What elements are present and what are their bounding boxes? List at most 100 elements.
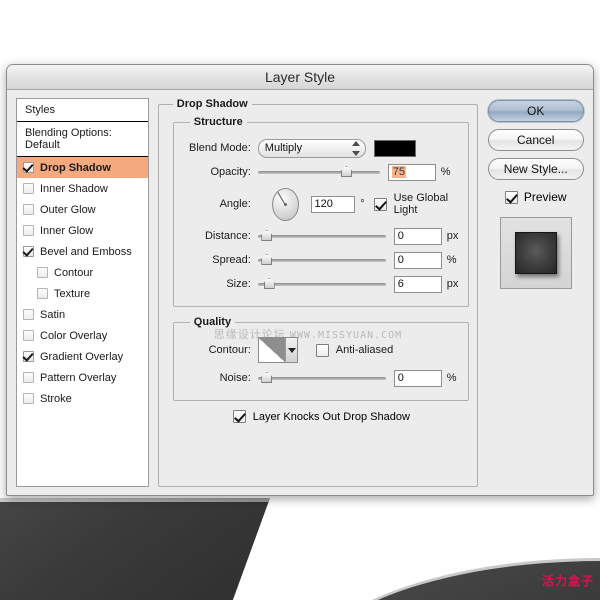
angle-row: Angle: 120 ° Use Global Light — [184, 184, 459, 224]
opacity-value: 75 — [391, 165, 407, 178]
spread-input[interactable]: 0 — [393, 251, 442, 269]
distance-row: Distance: 0 px — [184, 224, 458, 248]
effect-row[interactable]: Stroke — [17, 388, 148, 409]
effect-checkbox[interactable] — [23, 246, 34, 257]
effect-checkbox[interactable] — [37, 288, 48, 299]
preview-thumbnail — [499, 217, 572, 289]
noise-row: Noise: 0 % — [184, 366, 459, 390]
contour-preset-picker[interactable] — [257, 337, 298, 363]
effect-checkbox[interactable] — [23, 204, 34, 215]
distance-input[interactable]: 0 — [393, 227, 442, 245]
effect-checkbox[interactable] — [23, 330, 34, 341]
styles-column: Styles Blending Options: Default Drop Sh… — [16, 98, 149, 487]
drop-shadow-settings: Drop Shadow Structure Blend Mode: Multip… — [157, 98, 479, 487]
effect-label: Drop Shadow — [40, 161, 111, 174]
contour-label: Contour: — [208, 344, 251, 356]
effect-label: Color Overlay — [40, 329, 108, 342]
structure-group: Structure Blend Mode: Multiply Opacity: … — [172, 116, 470, 307]
preview-row: Preview — [504, 190, 567, 204]
blend-mode-row: Blend Mode: Multiply — [184, 136, 459, 160]
effect-row[interactable]: Bevel and Emboss — [17, 241, 148, 262]
ok-button[interactable]: OK — [487, 100, 584, 122]
anti-aliased-label: Anti-aliased — [335, 344, 394, 356]
distance-slider-thumb[interactable] — [261, 230, 273, 241]
size-slider-thumb[interactable] — [263, 278, 275, 289]
effect-row[interactable]: Gradient Overlay — [17, 346, 148, 367]
blending-options-item[interactable]: Blending Options: Default — [17, 122, 148, 157]
noise-label: Noise: — [219, 372, 251, 384]
styles-list-header[interactable]: Styles — [17, 99, 148, 122]
structure-group-title: Structure — [193, 116, 243, 128]
effect-label: Gradient Overlay — [40, 350, 124, 363]
effect-checkbox[interactable] — [37, 267, 48, 278]
spread-slider-thumb[interactable] — [261, 254, 273, 265]
styles-list-panel[interactable]: Styles Blending Options: Default Drop Sh… — [16, 98, 149, 487]
effect-checkbox[interactable] — [23, 351, 34, 362]
effect-row[interactable]: Satin — [17, 304, 148, 325]
preview-thumbnail-shape — [514, 232, 557, 274]
size-slider[interactable] — [257, 277, 386, 291]
opacity-label: Opacity: — [210, 166, 251, 178]
effect-row[interactable]: Inner Glow — [17, 220, 148, 241]
effect-label: Contour — [54, 266, 94, 279]
effect-checkbox[interactable] — [23, 372, 34, 383]
spread-unit: % — [446, 254, 457, 266]
layer-style-dialog: Layer Style Styles Blending Options: Def… — [6, 64, 594, 496]
angle-input[interactable]: 120 — [310, 195, 356, 213]
blend-mode-select[interactable]: Multiply — [257, 138, 366, 158]
angle-dial[interactable] — [271, 187, 299, 221]
quality-group: Quality 思缘设计论坛 WWW.MISSYUAN.COM Contour:… — [172, 316, 470, 401]
contour-dropdown-button[interactable] — [285, 338, 297, 362]
effect-label: Satin — [40, 308, 66, 321]
effect-row[interactable]: Outer Glow — [17, 199, 148, 220]
effect-label: Inner Shadow — [40, 182, 108, 195]
opacity-slider[interactable] — [257, 165, 380, 179]
opacity-input[interactable]: 75 — [387, 163, 436, 181]
anti-aliased-checkbox[interactable] — [315, 343, 329, 357]
noise-input[interactable]: 0 — [393, 369, 442, 387]
new-style-button[interactable]: New Style... — [487, 158, 584, 180]
dark-shape-left-highlight — [0, 498, 270, 502]
cancel-button[interactable]: Cancel — [487, 129, 584, 151]
opacity-unit: % — [440, 166, 451, 178]
angle-unit: ° — [360, 198, 365, 210]
noise-unit: % — [446, 372, 457, 384]
size-unit: px — [446, 278, 459, 290]
angle-dial-hub — [283, 202, 287, 206]
effect-checkbox[interactable] — [23, 225, 34, 236]
layer-knocks-out-checkbox[interactable] — [232, 410, 246, 423]
distance-label: Distance: — [204, 230, 251, 242]
blend-mode-select-wrap[interactable]: Multiply — [257, 138, 366, 158]
effect-checkbox[interactable] — [23, 183, 34, 194]
preview-label: Preview — [523, 190, 567, 204]
drop-shadow-group: Drop Shadow Structure Blend Mode: Multip… — [157, 98, 479, 487]
opacity-row: Opacity: 75 % — [184, 160, 459, 184]
blend-mode-label: Blend Mode: — [189, 142, 251, 154]
noise-slider[interactable] — [257, 371, 386, 385]
spread-slider[interactable] — [257, 253, 386, 267]
effect-checkbox[interactable] — [23, 162, 34, 173]
effect-checkbox[interactable] — [23, 393, 34, 404]
use-global-light-checkbox[interactable] — [373, 197, 387, 211]
noise-slider-thumb[interactable] — [261, 372, 273, 383]
size-input[interactable]: 6 — [393, 275, 442, 293]
distance-slider[interactable] — [257, 229, 386, 243]
size-slider-track — [257, 283, 386, 286]
preview-checkbox[interactable] — [504, 190, 518, 204]
size-label: Size: — [226, 278, 251, 290]
effect-row[interactable]: Color Overlay — [17, 325, 148, 346]
effect-row[interactable]: Texture — [17, 283, 148, 304]
dark-shape-left — [0, 498, 270, 600]
effect-row[interactable]: Drop Shadow — [17, 157, 148, 178]
effect-row[interactable]: Inner Shadow — [17, 178, 148, 199]
effect-checkbox[interactable] — [23, 309, 34, 320]
effect-label: Pattern Overlay — [40, 371, 117, 384]
drop-shadow-group-title: Drop Shadow — [176, 98, 248, 110]
shadow-color-swatch[interactable] — [373, 139, 416, 157]
effect-row[interactable]: Pattern Overlay — [17, 367, 148, 388]
opacity-slider-thumb[interactable] — [341, 166, 353, 177]
effect-row[interactable]: Contour — [17, 262, 148, 283]
layer-knocks-out-row: Layer Knocks Out Drop Shadow — [232, 410, 470, 423]
distance-slider-track — [257, 235, 386, 238]
effects-list: Drop Shadow Inner Shadow Outer Glow Inner G… — [17, 157, 148, 409]
